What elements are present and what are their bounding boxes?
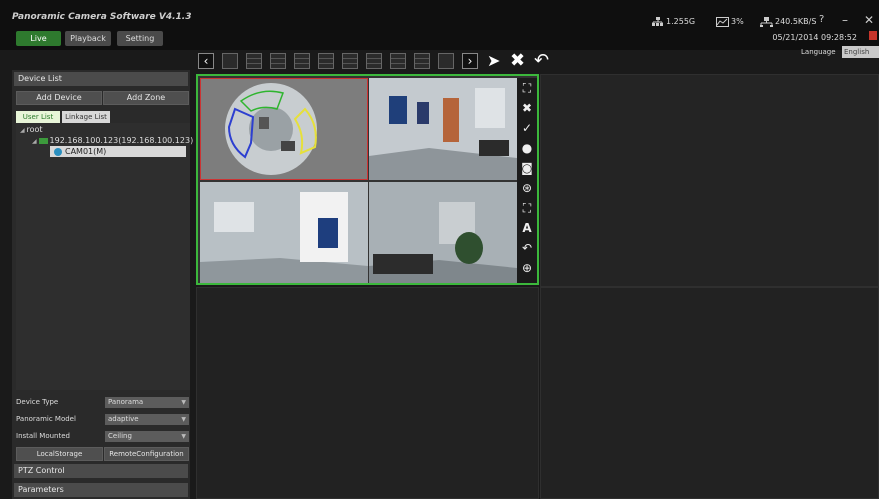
tab-linkage-list[interactable]: Linkage List xyxy=(62,111,110,123)
camera-icon xyxy=(54,147,62,156)
next-icon[interactable]: › xyxy=(462,53,478,69)
transfer-icon xyxy=(760,16,773,27)
fisheye-view[interactable] xyxy=(200,78,368,180)
device-type-label: Device Type xyxy=(16,398,59,406)
office-image-3 xyxy=(200,182,368,283)
tree-root[interactable]: ◢ root xyxy=(20,125,43,134)
layout-toolbar: ‹ › ➤ ✖ ↶ xyxy=(196,50,566,72)
office-image-4 xyxy=(369,182,517,283)
chevron-down-icon: ▼ xyxy=(181,399,186,406)
language-label: Language xyxy=(801,48,836,56)
minimize-icon[interactable]: – xyxy=(842,13,848,27)
video-cell-3[interactable] xyxy=(196,287,539,499)
flag-icon xyxy=(869,31,877,40)
layout-1-button[interactable] xyxy=(222,53,238,69)
tree-camera[interactable]: CAM01(M) xyxy=(50,146,186,157)
cpu-icon xyxy=(716,16,729,27)
crosshair-icon[interactable]: ⊕ xyxy=(519,260,535,276)
remove-icon[interactable]: ✖ xyxy=(519,100,535,116)
fisheye-image xyxy=(201,79,367,179)
layout-9-button[interactable] xyxy=(318,53,334,69)
network-stat: 240.5KB/S xyxy=(760,16,816,28)
layout-10-button[interactable] xyxy=(342,53,358,69)
storage-stat: 1.255G xyxy=(652,16,695,28)
layout-8-button[interactable] xyxy=(294,53,310,69)
refresh-icon[interactable]: ↶ xyxy=(519,240,535,256)
layout-4-button[interactable] xyxy=(246,53,262,69)
fullscreen-icon[interactable]: ⛶ xyxy=(519,80,535,96)
ptz-control-header[interactable]: PTZ Control xyxy=(14,464,188,478)
layout-36-button[interactable] xyxy=(438,53,454,69)
parameters-header[interactable]: Parameters xyxy=(14,483,188,497)
panorama-view-4[interactable] xyxy=(369,182,517,283)
language-select[interactable]: English xyxy=(842,46,879,58)
help-icon[interactable]: ? xyxy=(819,13,824,27)
install-mounted-select[interactable]: Ceiling ▼ xyxy=(105,431,189,442)
playback-button[interactable]: Playback xyxy=(65,31,111,46)
text-icon[interactable]: A xyxy=(519,220,535,236)
tab-user-list[interactable]: User List xyxy=(16,111,60,123)
pointer-icon[interactable]: ➤ xyxy=(487,51,500,70)
rotate-icon[interactable]: ↶ xyxy=(534,50,549,71)
add-device-button[interactable]: Add Device xyxy=(16,91,102,105)
chevron-down-icon: ▼ xyxy=(181,433,186,440)
video-cell-1[interactable]: ⛶ ✖ ✓ ● ◙ ⊛ ⛶ A ↶ ⊕ xyxy=(196,74,539,285)
device-type-select[interactable]: Panorama ▼ xyxy=(105,397,189,408)
title-bar: Panoramic Camera Software V4.1.3 Live Pl… xyxy=(0,0,879,50)
cpu-stat: 3% xyxy=(716,16,744,28)
tree-device-label: 192.168.100.123(192.168.100.123) xyxy=(49,136,194,145)
prev-icon[interactable]: ‹ xyxy=(198,53,214,69)
microphone-icon[interactable]: ● xyxy=(519,140,535,156)
panoramic-model-label: Panoramic Model xyxy=(16,415,76,423)
snapshot-icon[interactable]: ◙ xyxy=(519,160,535,176)
setting-button[interactable]: Setting xyxy=(117,31,163,46)
device-tree xyxy=(16,123,190,390)
view-tools: ⛶ ✖ ✓ ● ◙ ⊛ ⛶ A ↶ ⊕ xyxy=(517,78,537,283)
layout-16-button[interactable] xyxy=(390,53,406,69)
app-title: Panoramic Camera Software V4.1.3 xyxy=(12,12,192,22)
layout-25-button[interactable] xyxy=(414,53,430,69)
local-storage-button[interactable]: LocalStorage xyxy=(16,447,103,461)
ptz-icon[interactable]: ✓ xyxy=(519,120,535,136)
network-value: 240.5KB/S xyxy=(775,17,817,26)
left-panel: Device List Add Device Add Zone User Lis… xyxy=(12,70,193,499)
panorama-view-2[interactable] xyxy=(369,78,517,180)
install-mounted-value: Ceiling xyxy=(108,432,132,440)
panoramic-model-select[interactable]: adaptive ▼ xyxy=(105,414,189,425)
panorama-view-3[interactable] xyxy=(200,182,368,283)
panoramic-model-value: adaptive xyxy=(108,415,139,423)
tree-root-label: root xyxy=(26,125,43,134)
video-cell-2[interactable] xyxy=(540,74,879,287)
add-zone-button[interactable]: Add Zone xyxy=(103,91,189,105)
layout-6-button[interactable] xyxy=(270,53,286,69)
chevron-down-icon: ▼ xyxy=(181,416,186,423)
zoom-icon[interactable]: ⛶ xyxy=(519,200,535,216)
install-mounted-label: Install Mounted xyxy=(16,432,70,440)
delete-icon[interactable]: ✖ xyxy=(510,50,525,71)
datetime: 05/21/2014 09:28:52 xyxy=(772,33,857,42)
video-grid: ⛶ ✖ ✓ ● ◙ ⊛ ⛶ A ↶ ⊕ xyxy=(196,74,879,499)
tree-camera-label: CAM01(M) xyxy=(65,147,107,156)
storage-value: 1.255G xyxy=(666,17,696,26)
record-icon[interactable]: ⊛ xyxy=(519,180,535,196)
live-button[interactable]: Live xyxy=(16,31,61,46)
network-icon xyxy=(652,16,663,26)
remote-configuration-button[interactable]: RemoteConfiguration xyxy=(104,447,189,461)
cpu-value: 3% xyxy=(731,17,744,26)
device-icon xyxy=(38,137,48,144)
layout-13-button[interactable] xyxy=(366,53,382,69)
device-type-value: Panorama xyxy=(108,398,144,406)
tree-device[interactable]: ◢ 192.168.100.123(192.168.100.123) xyxy=(32,136,193,145)
office-image-2 xyxy=(369,78,517,180)
video-cell-4[interactable] xyxy=(540,287,879,499)
device-list-header[interactable]: Device List xyxy=(14,72,188,86)
close-icon[interactable]: ✕ xyxy=(864,13,874,27)
